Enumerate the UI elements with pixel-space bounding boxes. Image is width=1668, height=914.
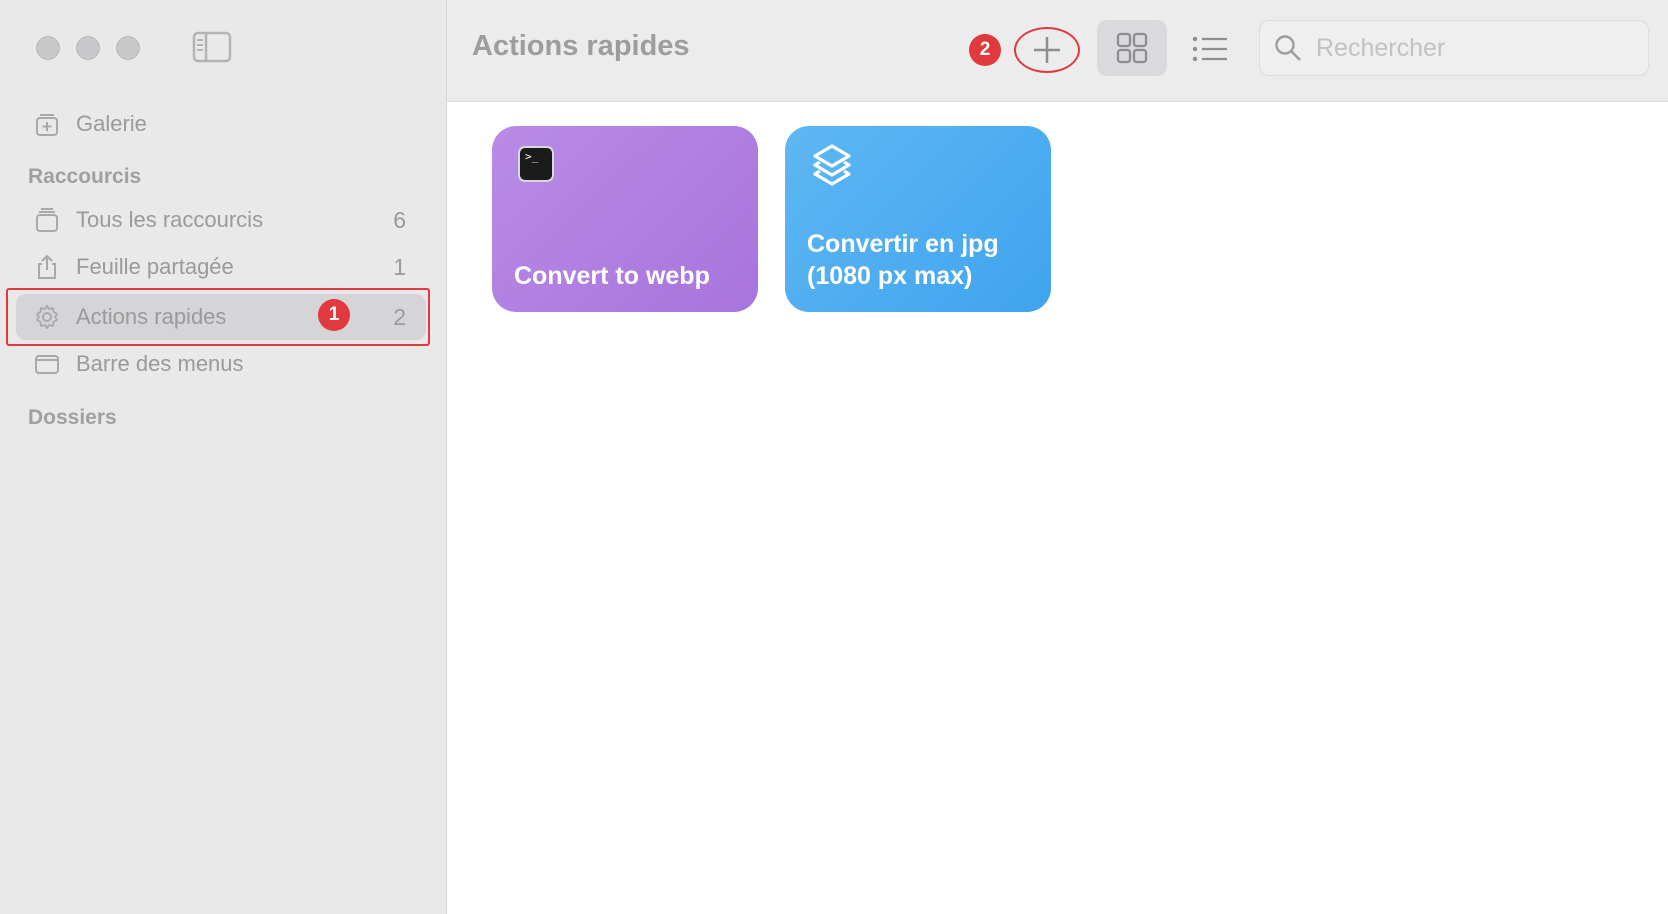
annotation-badge-1: 1 (318, 299, 350, 331)
shortcuts-app-window: Galerie Raccourcis Tous les raccourcis 6 (0, 0, 1668, 914)
shortcut-label: Convertir en jpg (1080 px max) (807, 230, 999, 290)
sidebar-item-gallery[interactable]: Galerie (16, 101, 426, 147)
sidebar-item-label: Tous les raccourcis (76, 207, 264, 232)
shortcut-tile-convert-to-webp[interactable]: >_ Convert to webp (492, 126, 758, 312)
annotation-badge-2: 2 (969, 34, 1001, 66)
sidebar-item-quick-actions[interactable]: Actions rapides 2 (16, 294, 426, 340)
sidebar-item-label: Galerie (76, 111, 147, 136)
close-window-button[interactable] (36, 36, 60, 60)
layers-icon (813, 144, 851, 186)
sidebar-item-menu-bar[interactable]: Barre des menus (16, 341, 426, 387)
sidebar-item-all-shortcuts[interactable]: Tous les raccourcis 6 (16, 197, 426, 243)
search-icon (1275, 35, 1301, 61)
sidebar-toggle-button[interactable] (192, 30, 232, 64)
section-header-folders: Dossiers (28, 406, 117, 429)
sidebar-item-label: Actions rapides (76, 304, 227, 329)
search-input[interactable] (1314, 32, 1634, 64)
sidebar-item-label: Barre des menus (76, 351, 244, 376)
sidebar-item-count: 6 (393, 206, 406, 233)
minimize-window-button[interactable] (76, 36, 100, 60)
sidebar-item-count: 2 (393, 303, 406, 330)
plus-icon (1034, 37, 1060, 63)
sidebar: Galerie Raccourcis Tous les raccourcis 6 (0, 0, 447, 914)
sidebar-toggle-icon (192, 31, 232, 63)
terminal-icon: >_ (518, 146, 554, 182)
main-content: Actions rapides 2 Rechercher >_ Convert … (447, 0, 1668, 914)
stack-icon (34, 207, 60, 233)
section-header-shortcuts: Raccourcis (28, 165, 142, 188)
zoom-window-button[interactable] (116, 36, 140, 60)
shortcut-tile-convert-to-jpg[interactable]: Convertir en jpg (1080 px max) (785, 126, 1051, 312)
window-controls (36, 36, 140, 60)
grid-view-button[interactable] (1097, 20, 1167, 76)
gallery-icon (34, 111, 60, 137)
sidebar-item-share-sheet[interactable]: Feuille partagée 1 (16, 244, 426, 290)
gear-icon (34, 304, 60, 330)
menu-bar-icon (34, 351, 60, 377)
toolbar: Actions rapides 2 (447, 0, 1668, 102)
add-shortcut-button[interactable] (1014, 27, 1080, 73)
grid-icon (1116, 32, 1148, 64)
list-icon (1192, 36, 1227, 62)
page-title: Actions rapides (472, 30, 690, 62)
share-icon (34, 254, 60, 280)
sidebar-item-label: Feuille partagée (76, 254, 234, 279)
list-view-button[interactable] (1182, 26, 1238, 72)
search-field[interactable] (1259, 20, 1649, 76)
shortcut-label: Convert to webp (514, 262, 710, 290)
sidebar-item-count: 1 (393, 253, 406, 280)
